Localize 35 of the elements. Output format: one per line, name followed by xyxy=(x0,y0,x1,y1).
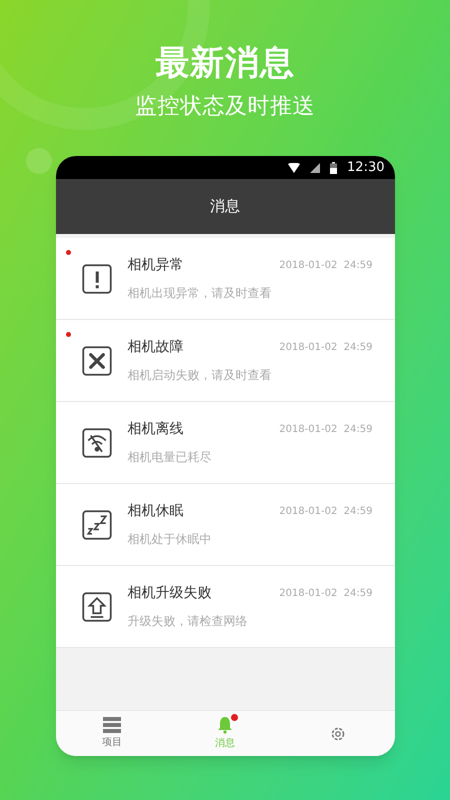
message-time: 2018-01-02 24:59 xyxy=(279,423,372,437)
message-text: 相机启动失败，请及时查看 xyxy=(128,367,272,384)
header-title: 消息 xyxy=(210,196,240,218)
exclamation-icon xyxy=(82,264,112,294)
message-title: 相机离线 xyxy=(128,420,184,439)
message-item[interactable]: 相机升级失败 2018-01-02 24:59 升级失败，请检查网络 xyxy=(56,566,394,648)
bell-icon xyxy=(216,716,234,734)
wifi-off-icon xyxy=(82,428,112,458)
list-icon xyxy=(103,717,121,733)
upload-icon xyxy=(82,592,112,622)
message-item[interactable]: 相机离线 2018-01-02 24:59 相机电量已耗尽 xyxy=(56,402,394,484)
message-item[interactable]: 相机异常 2018-01-02 24:59 相机出现异常，请及时查看 xyxy=(56,238,394,320)
status-time: 12:30 xyxy=(347,158,384,177)
promo-title: 最新消息 xyxy=(155,46,295,80)
message-time: 2018-01-02 24:59 xyxy=(279,505,372,519)
tools-icon xyxy=(82,346,112,376)
message-title: 相机休眠 xyxy=(128,502,184,521)
message-text: 相机电量已耗尽 xyxy=(128,449,212,466)
message-text: 相机处于休眠中 xyxy=(128,531,212,548)
message-text: 相机出现异常，请及时查看 xyxy=(128,285,272,302)
signal-icon xyxy=(310,162,320,172)
battery-icon xyxy=(330,162,338,174)
message-title: 相机升级失败 xyxy=(128,584,212,603)
message-time: 2018-01-02 24:59 xyxy=(279,259,372,273)
message-item[interactable]: 相机休眠 2018-01-02 24:59 相机处于休眠中 xyxy=(56,484,394,566)
message-title: 相机故障 xyxy=(128,338,184,357)
message-time: 2018-01-02 24:59 xyxy=(279,341,372,355)
message-item[interactable]: 相机故障 2018-01-02 24:59 相机启动失败，请及时查看 xyxy=(56,320,394,402)
sleep-icon xyxy=(82,510,112,540)
message-time: 2018-01-02 24:59 xyxy=(279,587,372,601)
message-text: 升级失败，请检查网络 xyxy=(128,613,248,630)
message-title: 相机异常 xyxy=(128,256,184,275)
wifi-icon xyxy=(288,162,300,172)
tab[interactable]: 项目 xyxy=(56,711,168,756)
promo-subtitle: 监控状态及时推送 xyxy=(134,96,316,118)
